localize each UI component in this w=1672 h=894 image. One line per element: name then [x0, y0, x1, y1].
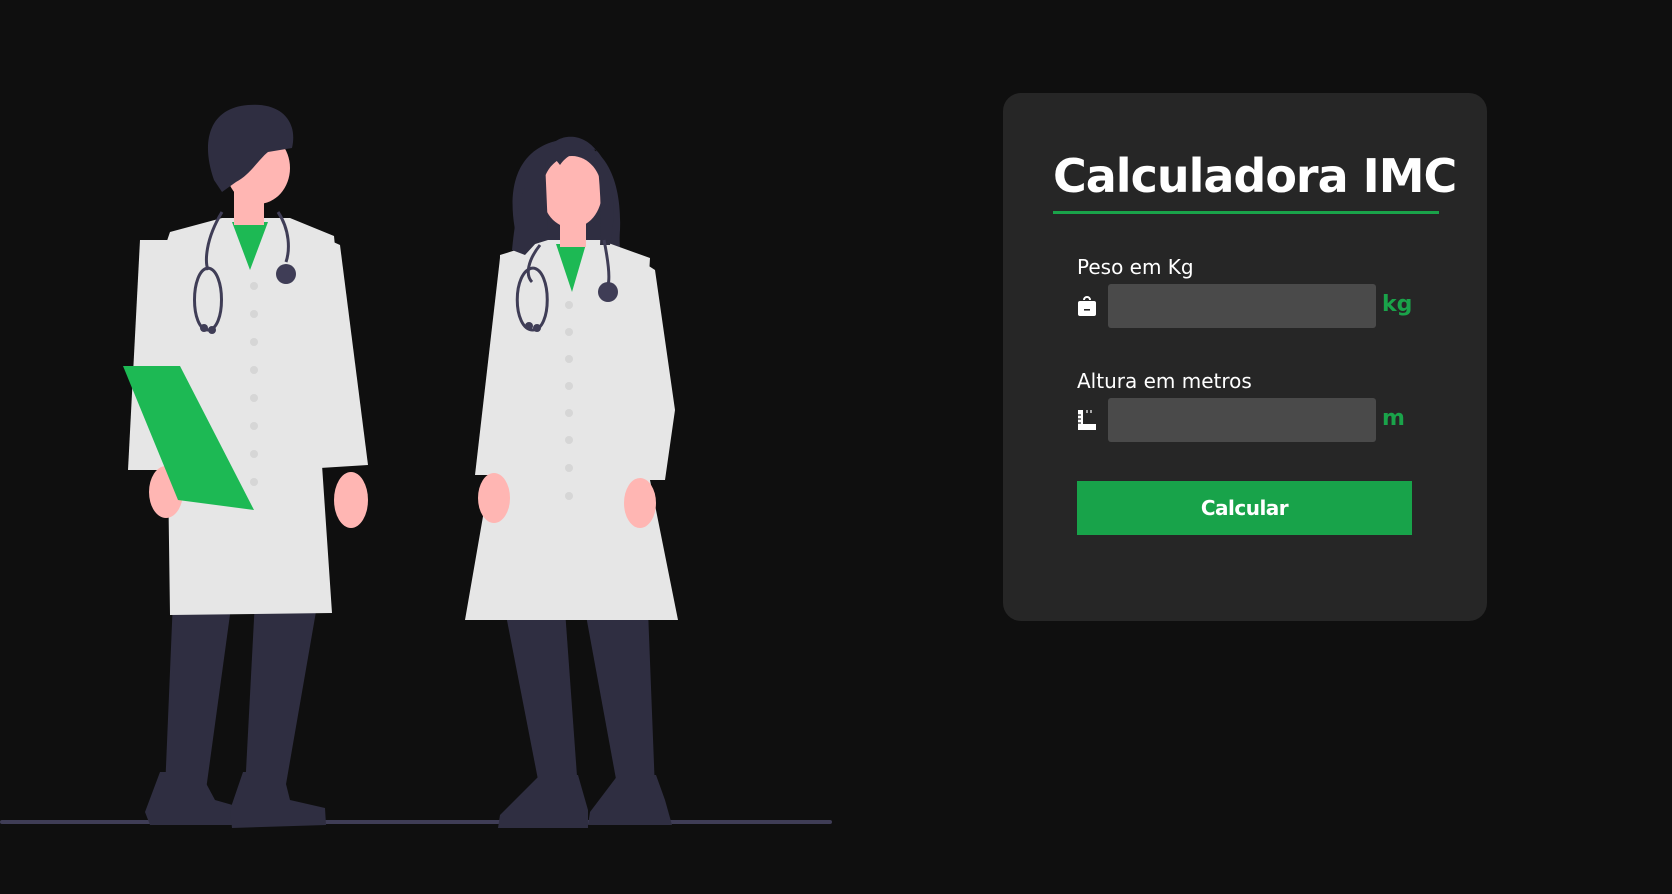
title-underline [1053, 211, 1439, 214]
doctors-illustration [0, 104, 832, 828]
height-field-row: m [1077, 398, 1417, 442]
weight-label: Peso em Kg [1077, 255, 1194, 279]
female-doctor [465, 136, 678, 828]
height-input[interactable] [1108, 398, 1376, 442]
floor-line [0, 820, 832, 824]
imc-calculator-card: Calculadora IMC Peso em Kg kg Altura em … [1003, 93, 1487, 621]
page-title: Calculadora IMC [1053, 149, 1457, 203]
ruler-icon [1078, 410, 1096, 430]
male-doctor [123, 104, 368, 828]
height-unit: m [1382, 406, 1405, 431]
weight-unit: kg [1382, 292, 1413, 317]
page: Calculadora IMC Peso em Kg kg Altura em … [0, 0, 1672, 894]
weight-field-row: kg [1077, 284, 1417, 328]
weight-input[interactable] [1108, 284, 1376, 328]
height-label: Altura em metros [1077, 369, 1252, 393]
calculate-button[interactable]: Calcular [1077, 481, 1412, 535]
weight-icon [1078, 296, 1096, 316]
